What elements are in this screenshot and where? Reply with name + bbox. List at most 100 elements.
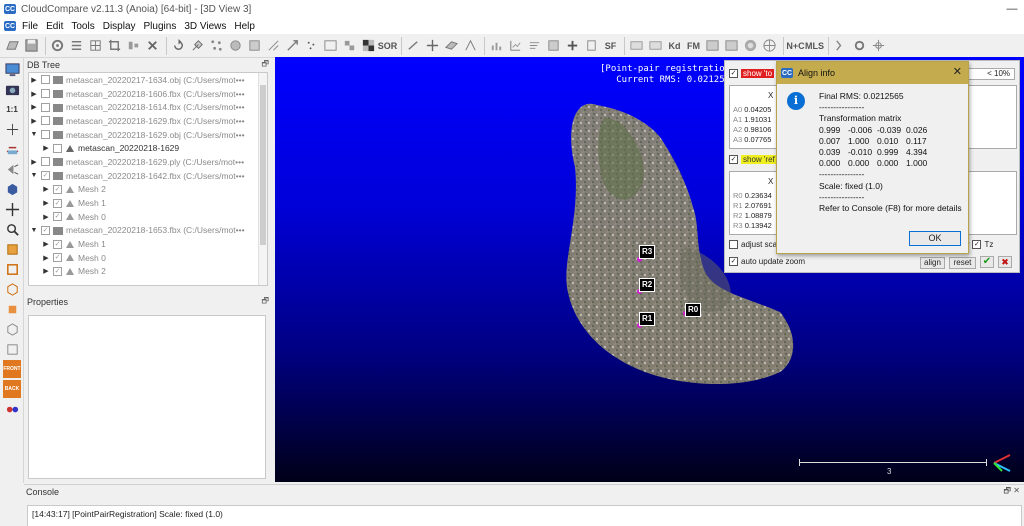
tree-item[interactable]: ▶ Mesh 0 bbox=[29, 210, 267, 224]
menu-tools[interactable]: Tools bbox=[67, 21, 98, 32]
tree-item[interactable]: ▼ metascan_20220218-1653.fbx (C:/Users/mo… bbox=[29, 224, 267, 238]
tree-item[interactable]: ▶ Mesh 2 bbox=[29, 183, 267, 197]
fit-icon[interactable] bbox=[462, 37, 479, 54]
table-row[interactable]: R0 0.23634 bbox=[733, 191, 772, 200]
front-view-icon[interactable] bbox=[3, 260, 21, 278]
menu-3d-views[interactable]: 3D Views bbox=[180, 21, 230, 32]
visibility-checkbox[interactable] bbox=[41, 75, 50, 85]
point-label-r1[interactable]: R1 bbox=[639, 312, 656, 326]
properties-table[interactable] bbox=[28, 315, 266, 479]
pivot-icon[interactable] bbox=[3, 120, 21, 138]
expand-arrow-icon[interactable]: ▶ bbox=[29, 103, 39, 111]
segment-icon[interactable] bbox=[832, 37, 849, 54]
console-panel-controls[interactable]: 🗗 ✕ bbox=[1004, 485, 1020, 499]
expand-arrow-icon[interactable]: ▶ bbox=[29, 158, 39, 166]
expand-arrow-icon[interactable]: ▶ bbox=[29, 76, 39, 84]
expand-arrow-icon[interactable]: ▶ bbox=[41, 144, 51, 152]
tree-item[interactable]: ▶ metascan_20220217-1634.obj (C:/Users/mo… bbox=[29, 73, 267, 87]
sample-icon[interactable] bbox=[246, 37, 263, 54]
add-sf-icon[interactable] bbox=[564, 37, 581, 54]
float-panel-icon[interactable]: 🗗 bbox=[261, 58, 269, 72]
settings-icon[interactable] bbox=[851, 37, 868, 54]
auto-update-zoom-checkbox[interactable]: ✓ bbox=[729, 257, 738, 266]
bottom-view-icon[interactable] bbox=[3, 340, 21, 358]
move-icon[interactable] bbox=[424, 37, 441, 54]
rms-threshold-spinbox[interactable]: < 10% bbox=[963, 68, 1015, 80]
point-label-r2[interactable]: R2 bbox=[639, 278, 656, 292]
visibility-checkbox[interactable] bbox=[41, 157, 50, 167]
table-row[interactable]: A1 1.91031 bbox=[733, 115, 771, 124]
normals-compute-icon[interactable]: N+C bbox=[786, 37, 804, 54]
expand-arrow-icon[interactable]: ▶ bbox=[41, 240, 51, 248]
tree-item[interactable]: ▶ metascan_20220218-1614.fbx (C:/Users/mo… bbox=[29, 100, 267, 114]
stereo-icon[interactable] bbox=[3, 400, 21, 418]
remove-sf-icon[interactable] bbox=[583, 37, 600, 54]
align-button[interactable]: align bbox=[920, 257, 945, 269]
octree-icon[interactable] bbox=[341, 37, 358, 54]
minimize-button[interactable]: — bbox=[1000, 0, 1024, 18]
plane-icon[interactable] bbox=[443, 37, 460, 54]
sf-icon[interactable]: SF bbox=[602, 37, 619, 54]
table-icon[interactable] bbox=[545, 37, 562, 54]
expand-arrow-icon[interactable]: ▶ bbox=[41, 185, 51, 193]
normals-icon[interactable] bbox=[265, 37, 282, 54]
merge-icon[interactable] bbox=[125, 37, 142, 54]
menu-help[interactable]: Help bbox=[230, 21, 259, 32]
visibility-checkbox[interactable] bbox=[53, 143, 62, 153]
apply-check-icon[interactable]: ✔ bbox=[980, 256, 994, 268]
table-row[interactable]: A2 0.98106 bbox=[733, 125, 771, 134]
kdtree-icon[interactable]: Kd bbox=[666, 37, 683, 54]
sor-filter-icon[interactable]: SOR bbox=[378, 37, 398, 54]
point-label-r0[interactable]: R0 bbox=[685, 303, 702, 317]
right-view-icon[interactable] bbox=[3, 320, 21, 338]
point-label-r3[interactable]: R3 bbox=[639, 245, 656, 259]
tree-item[interactable]: ▶ Mesh 2 bbox=[29, 265, 267, 279]
globe-icon[interactable] bbox=[742, 37, 759, 54]
expand-arrow-icon[interactable]: ▶ bbox=[41, 213, 51, 221]
tree-item[interactable]: ▼ metascan_20220218-1642.fbx (C:/Users/mo… bbox=[29, 169, 267, 183]
subsample-icon[interactable] bbox=[208, 37, 225, 54]
noise-icon[interactable] bbox=[303, 37, 320, 54]
tree-item[interactable]: ▶ metascan_20220218-1629.fbx (C:/Users/mo… bbox=[29, 114, 267, 128]
cube-icon[interactable] bbox=[3, 180, 21, 198]
stats-icon[interactable] bbox=[526, 37, 543, 54]
gear-icon[interactable] bbox=[49, 37, 66, 54]
ok-button[interactable]: OK bbox=[909, 231, 961, 246]
plugin-icon[interactable] bbox=[870, 37, 887, 54]
visibility-checkbox[interactable] bbox=[41, 225, 50, 235]
list-icon[interactable] bbox=[68, 37, 85, 54]
visibility-checkbox[interactable] bbox=[53, 184, 62, 194]
sphere-icon[interactable] bbox=[227, 37, 244, 54]
cc-icon[interactable] bbox=[322, 37, 339, 54]
grid-icon[interactable] bbox=[87, 37, 104, 54]
camera-icon[interactable] bbox=[3, 80, 21, 98]
rotate-icon[interactable] bbox=[170, 37, 187, 54]
tree-scrollbar[interactable] bbox=[258, 73, 267, 285]
pick-icon[interactable] bbox=[189, 37, 206, 54]
tree-item[interactable]: ▶ metascan_20220218-1606.fbx (C:/Users/mo… bbox=[29, 87, 267, 101]
show-to-align-checkbox[interactable]: ✓ bbox=[729, 69, 738, 78]
menu-plugins[interactable]: Plugins bbox=[140, 21, 181, 32]
histogram-icon[interactable] bbox=[488, 37, 505, 54]
tree-item[interactable]: ▶ metascan_20220218-1629.ply (C:/Users/mo… bbox=[29, 155, 267, 169]
dialog-close-button[interactable]: ✕ bbox=[953, 65, 962, 78]
zoom-icon[interactable] bbox=[3, 220, 21, 238]
expand-arrow-icon[interactable]: ▶ bbox=[41, 267, 51, 275]
tree-item[interactable]: ▼ metascan_20220218-1629.obj (C:/Users/mo… bbox=[29, 128, 267, 142]
chart-icon[interactable] bbox=[507, 37, 524, 54]
menu-app-icon[interactable]: CC bbox=[4, 21, 16, 31]
save-icon[interactable] bbox=[23, 37, 40, 54]
light-icon[interactable] bbox=[3, 160, 21, 178]
scale-icon[interactable] bbox=[284, 37, 301, 54]
visibility-checkbox[interactable] bbox=[53, 198, 62, 208]
tree-item[interactable]: ▶ Mesh 0 bbox=[29, 251, 267, 265]
monitor-icon[interactable] bbox=[3, 60, 21, 78]
visibility-checkbox[interactable] bbox=[53, 266, 62, 276]
zoom-1-1-button[interactable]: 1:1 bbox=[3, 100, 21, 118]
menu-display[interactable]: Display bbox=[99, 21, 140, 32]
delete-icon[interactable] bbox=[144, 37, 161, 54]
cloud-icon[interactable] bbox=[628, 37, 645, 54]
table-row[interactable]: A0 0.04205 bbox=[733, 105, 771, 114]
adjust-scale-option[interactable]: adjust sca bbox=[729, 240, 777, 249]
left-view-icon[interactable] bbox=[3, 280, 21, 298]
